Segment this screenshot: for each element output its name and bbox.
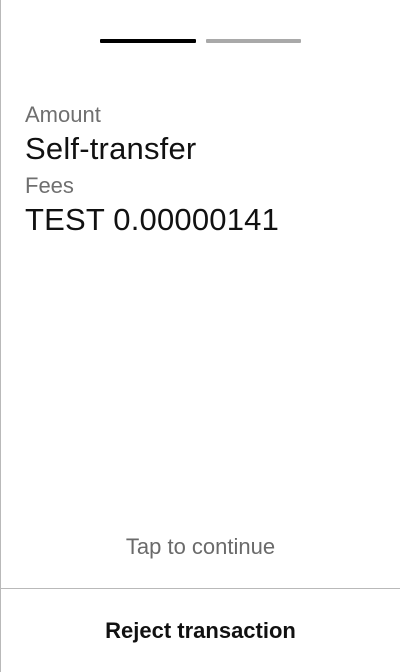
transaction-details: Amount Self-transfer Fees TEST 0.0000014… [25, 101, 384, 240]
fees-value: TEST 0.00000141 [25, 202, 280, 237]
fees-label: Fees [25, 173, 74, 198]
progress-step-2 [206, 39, 301, 43]
reject-transaction-button[interactable]: Reject transaction [93, 612, 308, 650]
footer-bar: Reject transaction [1, 588, 400, 672]
step-progress-indicator [100, 39, 301, 44]
transaction-review-screen[interactable]: Amount Self-transfer Fees TEST 0.0000014… [0, 0, 400, 672]
progress-step-1-active [100, 39, 196, 43]
amount-label: Amount [25, 102, 101, 127]
tap-to-continue-hint[interactable]: Tap to continue [1, 532, 400, 562]
amount-value: Self-transfer [25, 131, 197, 166]
